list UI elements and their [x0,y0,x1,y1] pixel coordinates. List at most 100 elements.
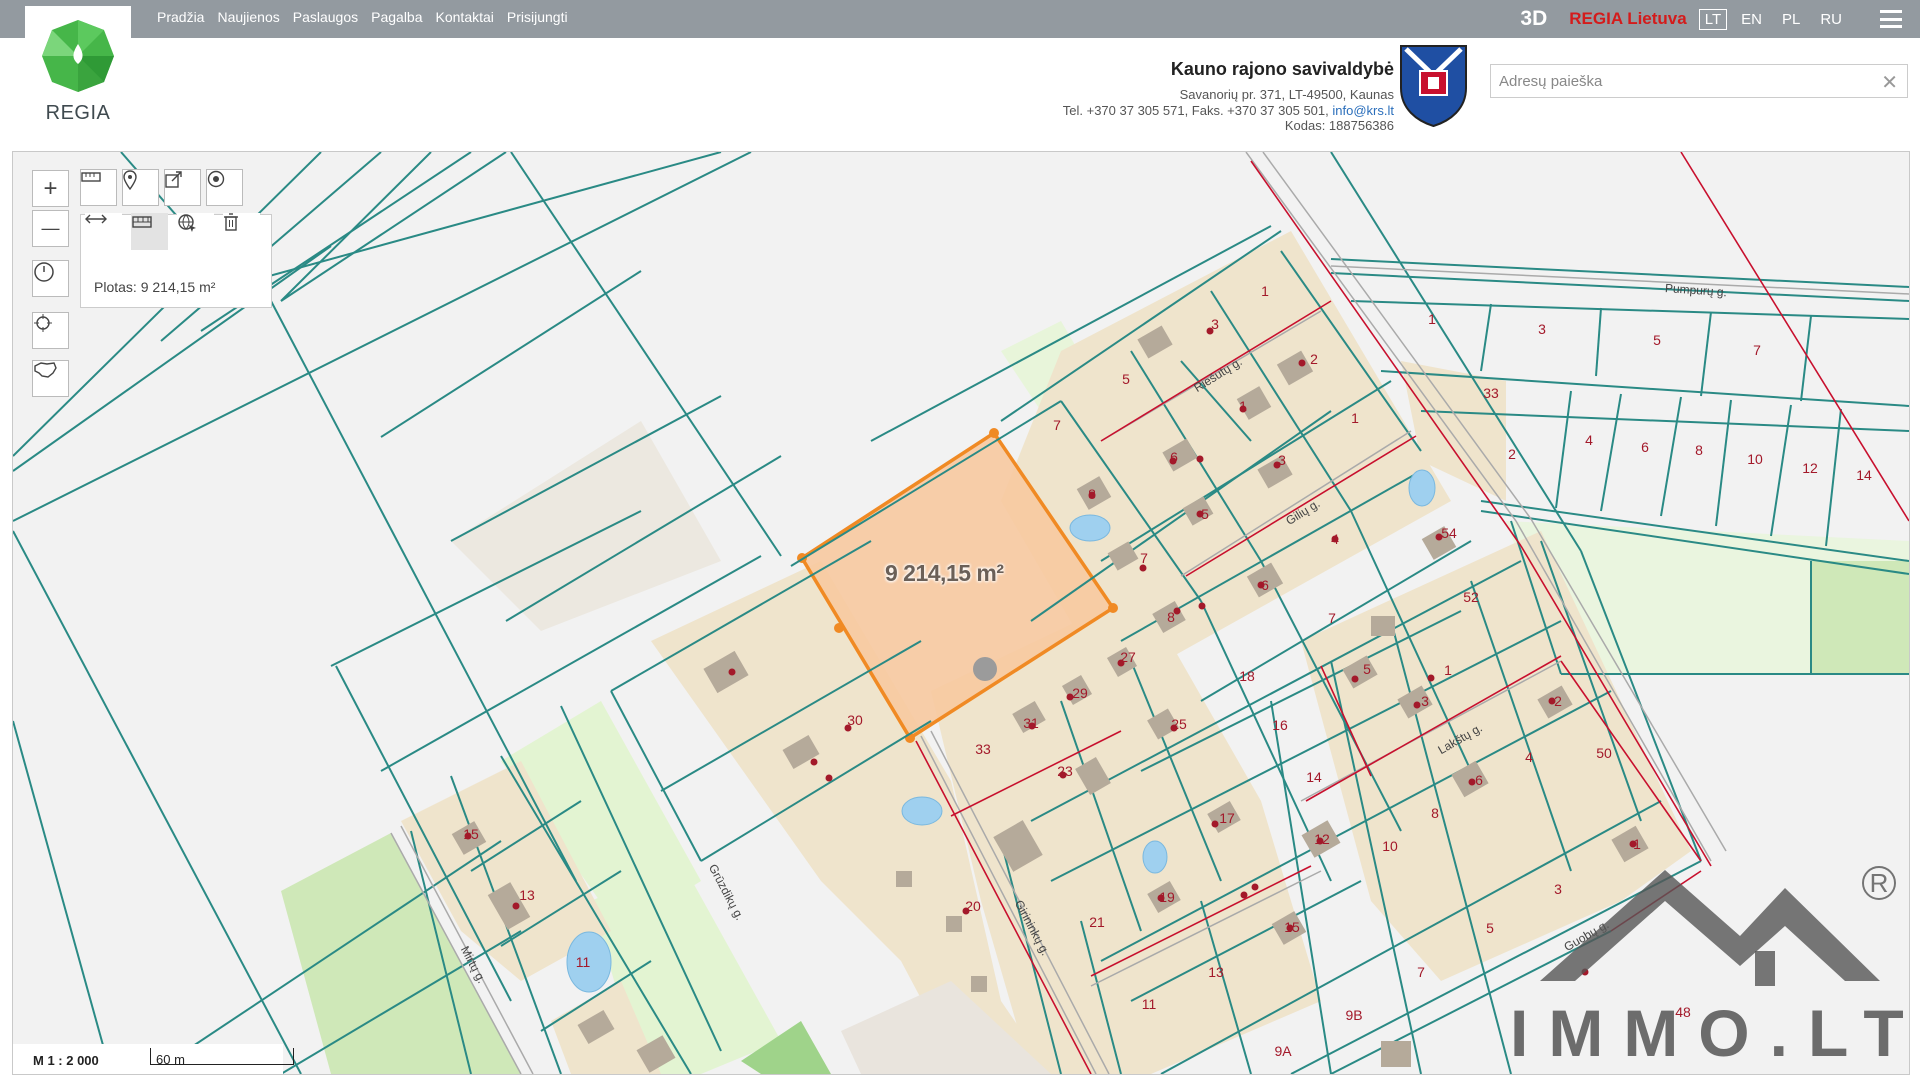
parcel-number[interactable]: 31 [1023,715,1039,731]
parcel-number[interactable]: 1 [1239,398,1247,414]
parcel-number[interactable]: 3 [1211,316,1219,332]
parcel-number[interactable]: 1 [1351,410,1359,426]
select-measure-button[interactable] [177,213,214,250]
parcel-number[interactable]: 30 [847,712,863,728]
parcel-number[interactable]: 29 [1072,685,1088,701]
parcel-number[interactable]: 9B [1345,1007,1362,1023]
parcel-number[interactable]: 6 [1475,772,1483,788]
selection-vertex[interactable] [989,428,999,438]
locate-me-button[interactable] [32,312,69,349]
nav-item-naujienos[interactable]: Naujienos [217,9,279,25]
municipality-email-link[interactable]: info@krs.lt [1332,103,1394,118]
parcel-number[interactable]: 1 [1428,311,1436,327]
parcel-number[interactable]: 10 [1382,838,1398,854]
parcel-number[interactable]: 3 [1421,693,1429,709]
parcel-number[interactable]: 8 [1431,805,1439,821]
parcel-number[interactable]: 5 [1653,332,1661,348]
selection-vertex[interactable] [834,623,844,633]
parcel-number[interactable]: 7 [1053,417,1061,433]
lang-ru[interactable]: RU [1814,9,1848,30]
nav-item-kontaktai[interactable]: Kontaktai [436,9,494,25]
parcel-number[interactable]: 4 [1585,432,1593,448]
parcel-number[interactable]: 5 [1122,371,1130,387]
measure-line-button[interactable] [85,213,122,250]
delete-measure-button[interactable] [223,213,260,250]
parcel-number[interactable]: 25 [1171,716,1187,732]
parcel-number[interactable]: 7 [1753,342,1761,358]
parcel-number[interactable]: 1 [1261,283,1269,299]
parcel-number[interactable]: 2 [1508,446,1516,462]
parcel-number[interactable]: 19 [1159,889,1175,905]
3d-button[interactable]: 3D [1520,7,1547,31]
parcel-number[interactable]: 33 [1483,385,1499,401]
zoom-in-button[interactable]: + [32,170,69,207]
measure-distance-tool[interactable] [80,169,117,206]
parcel-number[interactable]: 8 [1088,486,1096,502]
address-search-input[interactable] [1491,65,1877,97]
nav-item-prisijungti[interactable]: Prisijungti [507,9,568,25]
parcel-number[interactable]: 10 [1747,451,1763,467]
parcel-number[interactable]: 14 [1856,467,1872,483]
parcel-number[interactable]: 50 [1596,745,1612,761]
parcel-number[interactable]: 6 [1641,439,1649,455]
nav-item-pagalba[interactable]: Pagalba [371,9,422,25]
lang-pl[interactable]: PL [1776,9,1806,30]
parcel-number[interactable]: 3 [1278,452,1286,468]
selection-vertex[interactable] [1108,603,1118,613]
lang-en[interactable]: EN [1735,9,1768,30]
parcel-number[interactable]: 5 [1201,506,1209,522]
parcel-number[interactable]: 15 [1284,919,1300,935]
parcel-number[interactable]: 13 [519,887,535,903]
parcel-number[interactable]: 6 [1261,577,1269,593]
parcel-number[interactable]: 7 [1417,964,1425,980]
regia-logo[interactable]: REGIA [25,6,131,130]
hamburger-menu-icon[interactable] [1880,10,1902,28]
parcel-number[interactable]: 3 [1538,321,1546,337]
parcel-number[interactable]: 11 [576,954,591,970]
history-button[interactable] [32,260,69,297]
nav-item-pradzia[interactable]: Pradžia [157,9,204,25]
parcel-number[interactable]: 20 [965,898,981,914]
parcel-number[interactable]: 6 [1170,449,1178,465]
lang-lt[interactable]: LT [1698,8,1728,30]
address-search: ✕ [1490,64,1908,98]
parcel-number[interactable]: 52 [1463,589,1479,605]
parcel-number[interactable]: 5 [1363,661,1371,677]
parcel-number[interactable]: 54 [1441,525,1457,541]
parcel-number[interactable]: 8 [1695,442,1703,458]
export-tool[interactable] [164,169,201,206]
parcel-number[interactable]: 2 [1310,351,1318,367]
parcel-number[interactable]: 21 [1089,914,1105,930]
parcel-number[interactable]: 12 [1314,831,1330,847]
parcel-number[interactable]: 1 [1633,836,1641,852]
lithuania-extent-button[interactable] [32,360,69,397]
place-marker-tool[interactable] [122,169,159,206]
nav-item-paslaugos[interactable]: Paslaugos [293,9,358,25]
parcel-number[interactable]: 12 [1802,460,1818,476]
parcel-number[interactable]: 14 [1306,769,1322,785]
regia-lietuva-link[interactable]: REGIA Lietuva [1569,9,1686,29]
parcel-number[interactable]: 33 [975,741,991,757]
parcel-number[interactable]: 13 [1208,964,1224,980]
locate-point-tool[interactable] [206,169,243,206]
search-clear-icon[interactable]: ✕ [1881,70,1898,95]
parcel-number[interactable]: 17 [1219,810,1235,826]
parcel-number[interactable]: 7 [1328,610,1336,626]
parcel-number[interactable]: 8 [1167,609,1175,625]
area-info-text: Plotas: 9 214,15 m² [94,279,216,295]
measure-area-button[interactable] [131,213,168,250]
parcel-number[interactable]: 1 [1444,662,1452,678]
parcel-number[interactable]: 16 [1272,717,1288,733]
parcel-number[interactable]: 4 [1331,531,1339,547]
parcel-number[interactable]: 15 [463,826,479,842]
zoom-out-button[interactable]: — [32,210,69,247]
parcel-number[interactable]: 18 [1239,668,1255,684]
parcel-number[interactable]: 9A [1274,1043,1291,1059]
parcel-number[interactable]: 4 [1525,749,1533,765]
coat-of-arms-icon [1400,45,1467,128]
parcel-number[interactable]: 27 [1120,649,1136,665]
parcel-number[interactable]: 2 [1554,693,1562,709]
parcel-number[interactable]: 23 [1057,763,1073,779]
parcel-number[interactable]: 7 [1140,550,1148,566]
parcel-number[interactable]: 11 [1142,996,1157,1012]
